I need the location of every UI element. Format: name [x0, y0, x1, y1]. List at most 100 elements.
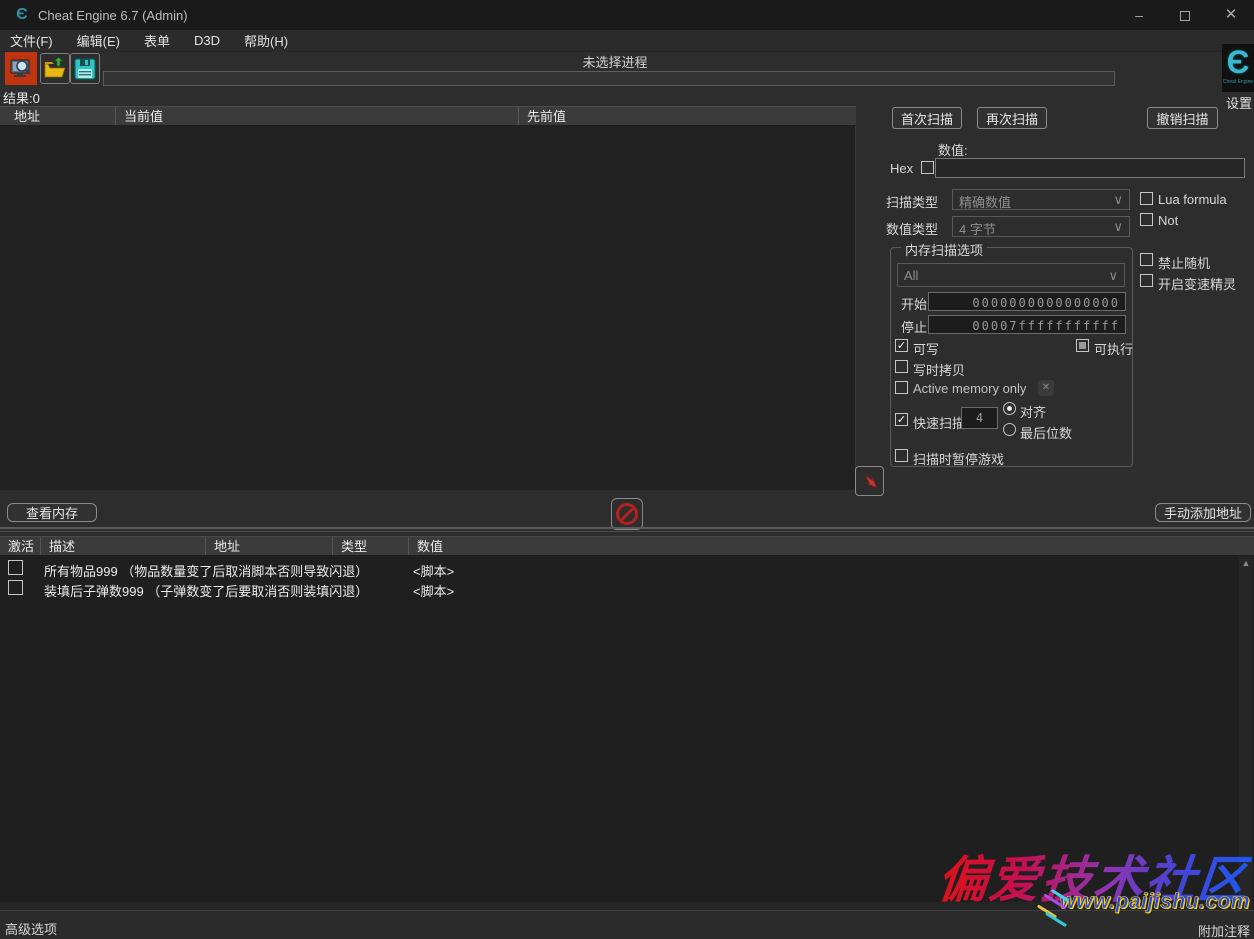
pause-game-label: 扫描时暂停游戏	[913, 449, 1004, 468]
active-memory-label: Active memory only	[913, 381, 1026, 396]
table-row[interactable]: 所有物品999 （物品数量变了后取消脚本否则导致闪退） <脚本>	[0, 558, 1230, 578]
results-count: 结果:0	[3, 88, 40, 107]
not-checkbox[interactable]	[1140, 213, 1153, 226]
ce-logo-caption: Cheat Engine	[1222, 80, 1254, 85]
row-description: 装填后子弹数999 （子弹数变了后要取消否则装填闪退）	[44, 581, 368, 600]
minimize-button[interactable]: –	[1116, 0, 1162, 30]
save-table-button[interactable]	[70, 53, 100, 84]
menu-bar: 文件(F) 编辑(E) 表单 D3D 帮助(H)	[0, 30, 1254, 52]
start-label: 开始	[901, 294, 927, 313]
select-process-button[interactable]	[5, 52, 37, 85]
copy-on-write-label: 写时拷贝	[913, 360, 965, 379]
col-value[interactable]: 数值	[408, 537, 1254, 555]
menu-file[interactable]: 文件(F)	[0, 31, 65, 50]
row-active-checkbox[interactable]	[8, 560, 23, 575]
add-comment-link[interactable]: 附加注释	[1198, 921, 1250, 939]
speedhack-checkbox[interactable]	[1140, 274, 1153, 287]
maximize-icon	[1180, 11, 1190, 21]
col-current-value[interactable]: 当前值	[115, 107, 518, 125]
disable-random-checkbox[interactable]	[1140, 253, 1153, 266]
undo-scan-button[interactable]: 撤销扫描	[1147, 107, 1218, 129]
executable-label: 可执行	[1094, 339, 1133, 358]
scan-progress-bar	[103, 71, 1115, 86]
window-title: Cheat Engine 6.7 (Admin)	[38, 8, 188, 23]
last-digits-radio[interactable]	[1003, 423, 1016, 436]
red-arrow-icon	[860, 471, 880, 491]
scan-results-table[interactable]: 地址 当前值 先前值	[0, 106, 856, 490]
memory-scan-options-title: 内存扫描选项	[901, 240, 987, 259]
active-memory-checkbox[interactable]	[895, 381, 908, 394]
scan-type-label: 扫描类型	[886, 192, 938, 211]
chevron-down-icon: ∨	[1113, 219, 1123, 235]
fast-scan-alignment-input[interactable]	[961, 407, 998, 429]
ce-logo[interactable]: Є Cheat Engine	[1222, 44, 1254, 92]
stop-label: 停止	[901, 317, 927, 336]
save-disk-icon	[73, 57, 97, 81]
col-address[interactable]: 地址	[205, 537, 332, 555]
add-address-manually-button[interactable]: 手动添加地址	[1155, 503, 1251, 522]
menu-table[interactable]: 表单	[132, 31, 182, 50]
maximize-button[interactable]	[1162, 0, 1208, 30]
value-label: 数值:	[938, 140, 968, 159]
scan-results-header: 地址 当前值 先前值	[0, 106, 856, 126]
next-scan-button[interactable]: 再次扫描	[977, 107, 1047, 129]
splitter[interactable]	[0, 527, 1254, 529]
no-entry-icon	[616, 503, 638, 525]
col-type[interactable]: 类型	[332, 537, 408, 555]
table-row[interactable]: 装填后子弹数999 （子弹数变了后要取消否则装填闪退） <脚本>	[0, 578, 1230, 598]
splitter-line	[0, 531, 1254, 532]
aligned-radio[interactable]	[1003, 402, 1016, 415]
fast-scan-checkbox[interactable]	[895, 413, 908, 426]
lua-formula-label: Lua formula	[1158, 192, 1227, 207]
row-active-checkbox[interactable]	[8, 580, 23, 595]
view-memory-button[interactable]: 查看内存	[7, 503, 97, 522]
col-previous-value[interactable]: 先前值	[518, 107, 856, 125]
hex-checkbox[interactable]	[921, 161, 934, 174]
not-label: Not	[1158, 213, 1178, 228]
col-active[interactable]: 激活	[0, 537, 40, 555]
disable-random-label: 禁止随机	[1158, 253, 1210, 272]
stop-scan-button[interactable]	[611, 498, 643, 530]
ce-logo-glyph: Є	[1222, 44, 1254, 80]
first-scan-button[interactable]: 首次扫描	[892, 107, 962, 129]
watermark-url: www.paijishu.com	[1040, 890, 1250, 914]
menu-d3d[interactable]: D3D	[182, 33, 232, 48]
pause-game-checkbox[interactable]	[895, 449, 908, 462]
scan-type-dropdown[interactable]: 精确数值 ∨	[952, 189, 1130, 210]
copy-on-write-checkbox[interactable]	[895, 360, 908, 373]
stop-address-input[interactable]	[928, 315, 1126, 334]
fast-scan-label: 快速扫描	[913, 413, 965, 432]
advanced-options-link[interactable]: 高级选项	[5, 919, 57, 938]
last-digits-label: 最后位数	[1020, 423, 1072, 442]
add-selected-addresses-button[interactable]	[855, 466, 884, 496]
start-address-input[interactable]	[928, 292, 1126, 311]
writable-label: 可写	[913, 339, 939, 358]
menu-edit[interactable]: 编辑(E)	[65, 31, 132, 50]
process-label[interactable]: 未选择进程	[115, 52, 1115, 71]
writable-checkbox[interactable]	[895, 339, 908, 352]
scroll-up-icon[interactable]: ▲	[1239, 557, 1253, 570]
aligned-label: 对齐	[1020, 402, 1046, 421]
active-memory-close-button[interactable]: ✕	[1038, 380, 1054, 396]
open-table-button[interactable]	[40, 53, 70, 84]
chevron-down-icon: ∨	[1113, 192, 1123, 208]
open-folder-icon	[43, 57, 67, 81]
row-value: <脚本>	[413, 581, 454, 600]
cheat-engine-window: Є Cheat Engine 6.7 (Admin) – ✕ 文件(F) 编辑(…	[0, 0, 1254, 939]
value-type-dropdown[interactable]: 4 字节 ∨	[952, 216, 1130, 237]
settings-link[interactable]: 设置	[1226, 93, 1252, 112]
menu-help[interactable]: 帮助(H)	[232, 31, 300, 50]
hex-label: Hex	[890, 161, 913, 176]
executable-checkbox[interactable]	[1076, 339, 1089, 352]
value-type-value: 4 字节	[959, 222, 996, 237]
value-type-label: 数值类型	[886, 219, 938, 238]
col-address[interactable]: 地址	[0, 107, 115, 125]
memory-region-value: All	[904, 268, 918, 283]
lua-formula-checkbox[interactable]	[1140, 192, 1153, 205]
col-description[interactable]: 描述	[40, 537, 205, 555]
scan-type-value: 精确数值	[959, 195, 1011, 210]
scan-value-input[interactable]	[935, 158, 1245, 178]
app-icon: Є	[13, 6, 31, 24]
memory-region-dropdown[interactable]: All ∨	[897, 263, 1125, 287]
close-button[interactable]: ✕	[1208, 0, 1254, 30]
